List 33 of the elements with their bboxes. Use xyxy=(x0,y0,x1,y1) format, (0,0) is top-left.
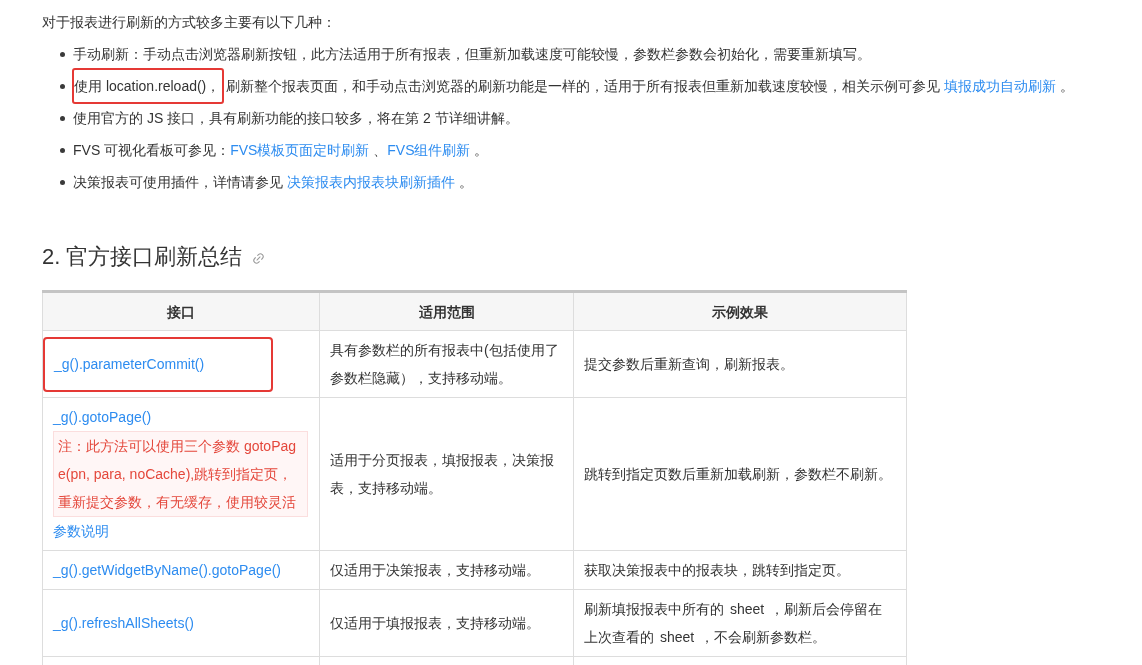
section-heading: 2. 官方接口刷新总结 xyxy=(42,243,243,271)
table-cell: 提交参数后重新查询，刷新报表。 xyxy=(573,330,907,398)
column-header: 示例效果 xyxy=(573,291,907,331)
table-cell: 跳转到指定页数后重新加载刷新，参数栏不刷新。 xyxy=(573,397,907,551)
column-header: 接口 xyxy=(42,291,320,331)
highlighted-text: 使用 location.reload()， xyxy=(72,68,225,104)
api-link[interactable]: _g().refreshAllSheets() xyxy=(53,615,194,631)
column-header: 适用范围 xyxy=(319,291,574,331)
bullet-icon xyxy=(60,83,65,89)
bullet-icon xyxy=(60,51,65,57)
table-cell: 获取决策报表中的报表块，跳转到指定页。 xyxy=(573,550,907,590)
bullet-icon xyxy=(60,147,65,153)
list-item-text: FVS 可视化看板可参见：FVS模板页面定时刷新 、FVS组件刷新 。 xyxy=(73,142,489,158)
table-cell: 具有参数栏的所有报表中(包括使用了参数栏隐藏），支持移动端。 xyxy=(319,330,574,398)
api-link[interactable]: 参数说明 xyxy=(53,523,109,539)
text-link[interactable]: 决策报表内报表块刷新插件 xyxy=(286,174,455,190)
list-item-text: 刷新整个报表页面，和手动点击浏览器的刷新功能是一样的，适用于所有报表但重新加载速度较慢，相关示例可参见 填报成功自动刷新 。 xyxy=(226,78,1075,94)
api-link[interactable]: _g().parameterCommit() xyxy=(54,356,205,372)
list-item-text: 手动刷新：手动点击浏览器刷新按钮，此方法适用于所有报表，但重新加载速度可能较慢，参数栏参数会初始化，需要重新填写。 xyxy=(73,46,871,62)
text-link[interactable]: FVS模板页面定时刷新 xyxy=(230,142,370,158)
list-item-text: 决策报表可使用插件，详情请参见 决策报表内报表块刷新插件 。 xyxy=(73,174,473,190)
text-link[interactable]: FVS组件刷新 xyxy=(387,142,471,158)
list-item-text: 使用官方的 JS 接口，具有刷新功能的接口较多，将在第 2 节详细讲解。 xyxy=(73,110,519,126)
bullet-icon xyxy=(60,179,65,185)
table-cell: 仅适用于填报报表，支持移动端。 xyxy=(319,589,574,657)
table-cell: 仅适用于决策报表，支持移动端。 xyxy=(319,550,574,590)
note-box: 注：此方法可以使用三个参数 gotoPage(pn, para, noCache),跳转到指定页，重新提交参数，有无缓存，使用较灵活 xyxy=(53,431,308,517)
text-link[interactable]: 填报成功自动刷新 xyxy=(944,78,1057,94)
table-cell: 适用于分页报表，填报报表，决策报表，支持移动端。 xyxy=(319,397,574,551)
table-cell: 刷新填报报表中所有的 sheet ，刷新后会停留在上次查看的 sheet ，不会刷新参数栏。 xyxy=(573,589,907,657)
bullet-icon xyxy=(60,115,65,121)
api-link[interactable]: _g().gotoPage() xyxy=(53,409,152,425)
intro-text: 对于报表进行刷新的方式较多主要有以下几种： xyxy=(42,13,336,32)
